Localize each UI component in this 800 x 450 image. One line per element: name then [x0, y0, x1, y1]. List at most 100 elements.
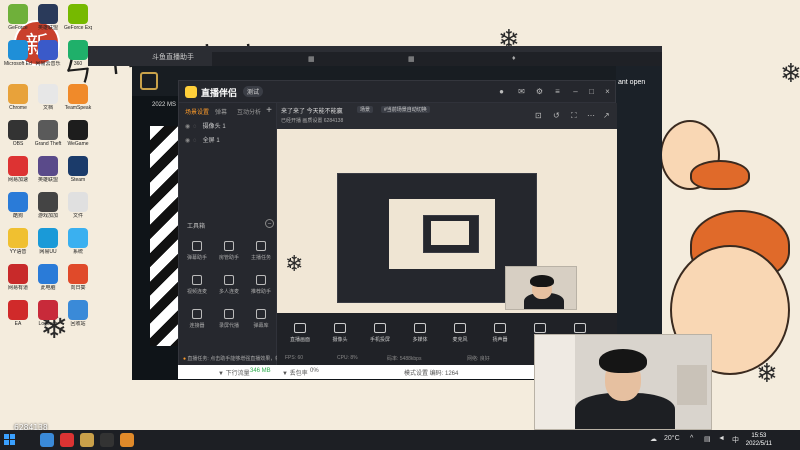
tab-analytics[interactable]: 互动分析	[237, 107, 261, 116]
control-button[interactable]: 直播画面	[283, 323, 317, 343]
desktop-icon[interactable]: 网易UU	[34, 228, 62, 255]
weather-icon[interactable]: ☁	[650, 435, 657, 443]
desktop-icon[interactable]: GeForce Experience	[64, 4, 92, 31]
control-icon	[374, 323, 386, 333]
desktop-icon[interactable]: GeForce	[4, 4, 32, 31]
visibility-icon[interactable]: ◉	[185, 123, 193, 130]
gift-icon[interactable]: ♦	[512, 55, 516, 62]
toolbox-item[interactable]: 多人连麦	[215, 275, 243, 295]
desktop-icon[interactable]: 网易有道	[4, 264, 32, 291]
control-label: 摄像头	[332, 337, 348, 343]
control-icon	[334, 323, 346, 333]
desktop-icon[interactable]: 此电脑	[34, 264, 62, 291]
desktop-icon[interactable]: 酷狗	[4, 192, 32, 219]
app-icon	[38, 300, 58, 320]
volume-icon[interactable]: ◄	[718, 435, 725, 442]
menu-icon[interactable]: ≡	[553, 87, 562, 96]
desktop-icon[interactable]: 英雄联盟	[34, 156, 62, 183]
network-icon[interactable]: ▤	[704, 435, 711, 443]
control-button[interactable]: 扬声器	[483, 323, 517, 343]
control-button[interactable]: 多媒体	[403, 323, 437, 343]
desktop-icon[interactable]: Microsoft Edge	[4, 40, 32, 67]
toolbox-item[interactable]: 房管助手	[215, 241, 243, 261]
avatar[interactable]: ●	[497, 87, 506, 96]
control-button[interactable]: 手机投屏	[363, 323, 397, 343]
more-icon[interactable]: ⋯	[587, 111, 595, 120]
app-icon	[38, 120, 58, 140]
desktop-icon[interactable]: 网易加速	[4, 156, 32, 183]
toolbox-item[interactable]: 连接器	[183, 309, 211, 329]
control-button[interactable]: 麦克风	[443, 323, 477, 343]
tab-scenes[interactable]: 场景设置	[185, 107, 209, 116]
control-button[interactable]: 摄像头	[323, 323, 357, 343]
network-stat: 网络: 良好	[467, 356, 490, 362]
desktop-icon-label: 回收站	[70, 321, 86, 327]
tab-danmaku[interactable]: 弹幕	[215, 107, 227, 116]
grid-icon[interactable]: ▦	[408, 55, 415, 63]
toolbox-item[interactable]: 主播任务	[247, 241, 275, 261]
desktop-icon[interactable]: 文件	[64, 192, 92, 219]
minimize-icon[interactable]: –	[571, 87, 580, 96]
taskbar-app-icon[interactable]	[60, 433, 74, 447]
taskbar-app-icon[interactable]	[120, 433, 134, 447]
auto-switch-chip[interactable]: #当前场景自动切换	[381, 106, 430, 113]
desktop-icon[interactable]: TeamSpeak	[64, 84, 92, 111]
taskbar-app-icon[interactable]	[100, 433, 114, 447]
tool-icon	[256, 309, 266, 319]
toolbox-item[interactable]: 弹幕库	[247, 309, 275, 329]
undo-icon[interactable]: ↺	[553, 111, 560, 120]
desktop-icon[interactable]: Logitech	[34, 300, 62, 327]
clock[interactable]: 15:53 2022/5/11	[746, 432, 772, 448]
desktop-icon[interactable]: 游戏加加	[34, 192, 62, 219]
toolbox-item[interactable]: 弹幕助手	[183, 241, 211, 261]
tool-label: 主播任务	[250, 255, 271, 261]
ime-icon[interactable]: 中	[732, 435, 739, 445]
close-icon[interactable]: ×	[603, 87, 612, 96]
scene-item[interactable]: ◉ ◌ 全屏 1	[185, 135, 273, 147]
desktop-icon[interactable]: WeGame	[64, 120, 92, 147]
control-icon	[574, 323, 586, 333]
desktop-icon[interactable]: 系统	[64, 228, 92, 255]
visibility-icon[interactable]: ◉	[185, 137, 193, 144]
message-icon[interactable]: ✉	[517, 87, 526, 96]
toolbox-item[interactable]: 视频连麦	[183, 275, 211, 295]
taskbar-app-icon[interactable]	[80, 433, 94, 447]
collapse-icon[interactable]: –	[265, 219, 274, 228]
fullscreen-icon[interactable]: ⛶	[571, 111, 577, 121]
temperature[interactable]: 20°C	[664, 435, 680, 442]
stream-title[interactable]: 来了来了 今天能不能赢	[281, 106, 343, 115]
desktop-icon-label: Steam	[70, 177, 86, 183]
settings-icon[interactable]: ⚙	[535, 87, 544, 96]
desktop-icon[interactable]: YY语音	[4, 228, 32, 255]
maximize-icon[interactable]: □	[587, 87, 596, 96]
desktop-icon[interactable]: 向日葵	[64, 264, 92, 291]
toolbox-item[interactable]: 录屏代播	[215, 309, 243, 329]
desktop-icon[interactable]: 网易云音乐	[34, 40, 62, 67]
desktop-icon[interactable]: 文档	[34, 84, 62, 111]
desktop-icon[interactable]: Steam	[64, 156, 92, 183]
scene-item[interactable]: ◉ ◌ 摄像头 1	[185, 121, 273, 133]
version-badge[interactable]: 测试	[243, 86, 264, 97]
start-button[interactable]	[4, 434, 16, 446]
add-scene-button[interactable]: +	[266, 105, 272, 116]
share-icon[interactable]: ↗	[603, 111, 610, 120]
lock-icon[interactable]: ◌	[193, 138, 201, 144]
app-icon	[38, 4, 58, 24]
lock-icon[interactable]: ◌	[193, 124, 201, 130]
desktop-icon[interactable]: OBS	[4, 120, 32, 147]
desktop-icon[interactable]: Chrome	[4, 84, 32, 111]
stream-status-strip: ▼ 下行流量 346 MB ▼ 丢包率 0% 模式设置 编码: 1264	[178, 365, 534, 379]
desktop-icon[interactable]: 英雄联盟	[34, 4, 62, 31]
desktop-icon[interactable]: EA	[4, 300, 32, 327]
scene-chip[interactable]: 场景	[357, 106, 374, 113]
tray-expand-icon[interactable]: ^	[690, 435, 693, 442]
lol-logo-icon	[140, 72, 158, 90]
app-icon	[68, 192, 88, 212]
toolbox-item[interactable]: 推荐助手	[247, 275, 275, 295]
taskbar-app-icon[interactable]	[40, 433, 54, 447]
desktop-icon[interactable]: Grand Theft	[34, 120, 62, 147]
desktop-icon[interactable]: 回收站	[64, 300, 92, 327]
lock-icon[interactable]: ⊡	[535, 111, 542, 120]
grid-icon[interactable]: ▦	[308, 55, 315, 63]
app-icon	[8, 40, 28, 60]
